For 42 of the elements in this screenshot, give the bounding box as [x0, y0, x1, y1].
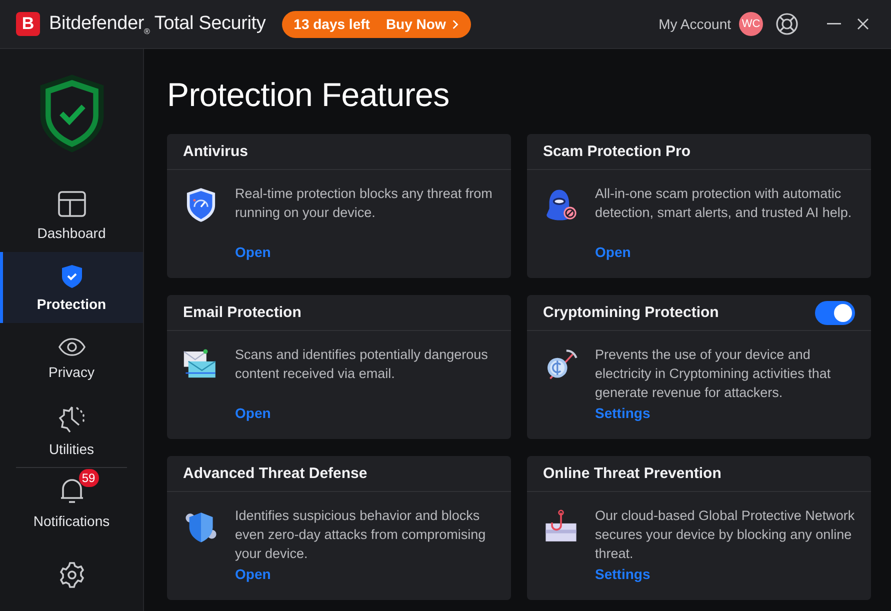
card-link[interactable]: Open	[235, 244, 271, 260]
card-link[interactable]: Open	[235, 566, 271, 582]
lifebuoy-icon[interactable]	[775, 12, 799, 36]
sidebar-item[interactable]: 59 Notifications	[0, 468, 143, 540]
eye-icon	[58, 338, 86, 356]
shield-gauge-icon	[186, 187, 216, 223]
buy-now-button[interactable]: 13 days left Buy Now	[282, 10, 471, 38]
minimize-icon[interactable]	[827, 23, 841, 25]
sidebar-item[interactable]: Protection	[0, 252, 143, 324]
card-description: Prevents the use of your device and electricity in Cryptomining activities that generate revenue for attackers.	[595, 346, 832, 402]
gear-clock-icon	[58, 404, 86, 433]
card-title: Email Protection	[183, 304, 302, 321]
card-description: All-in-one scam protection with automatic detection, smart alerts, and trusted AI help.	[595, 185, 853, 222]
notification-badge: 59	[78, 469, 98, 488]
card-title: Cryptomining Protection	[543, 304, 719, 321]
card-description: Our cloud-based Global Protective Network secures your device by blocking any online threat.	[595, 507, 856, 563]
sidebar-item[interactable]: Utilities	[0, 395, 143, 467]
settings-icon	[58, 561, 86, 590]
close-icon[interactable]	[857, 18, 869, 30]
sidebar-item[interactable]: Dashboard	[0, 180, 143, 252]
card-description: Real-time protection blocks any threat from running on your device.	[235, 185, 494, 222]
sidebar-item[interactable]: Privacy	[0, 323, 143, 396]
card-title: Scam Protection Pro	[543, 143, 691, 160]
layout-icon	[58, 190, 86, 217]
my-account-link[interactable]: My Account	[658, 16, 731, 32]
card-title: Online Threat Prevention	[543, 465, 722, 482]
bell-icon	[58, 477, 84, 506]
toggle-switch[interactable]	[815, 300, 855, 324]
card-link[interactable]: Settings	[595, 566, 650, 582]
avatar[interactable]: WC	[739, 12, 763, 36]
card-link[interactable]: Open	[595, 244, 631, 260]
app-title: Bitdefender$_{®}$ Total Security	[49, 12, 266, 36]
card-title: Advanced Threat Defense	[183, 465, 368, 482]
chevron-icon	[452, 18, 459, 30]
card-description: Identifies suspicious behavior and blocks even zero-day attacks from compromising your device.	[235, 507, 487, 563]
card-title: Antivirus	[183, 143, 248, 160]
card-link[interactable]: Open	[235, 405, 271, 421]
card-link[interactable]: Settings	[595, 405, 650, 421]
shield-check-icon	[60, 264, 82, 288]
logo: B	[16, 12, 40, 36]
card-description: Scans and identifies potentially dangerous content received via email.	[235, 346, 489, 383]
page-title: Protection Features	[167, 76, 450, 114]
